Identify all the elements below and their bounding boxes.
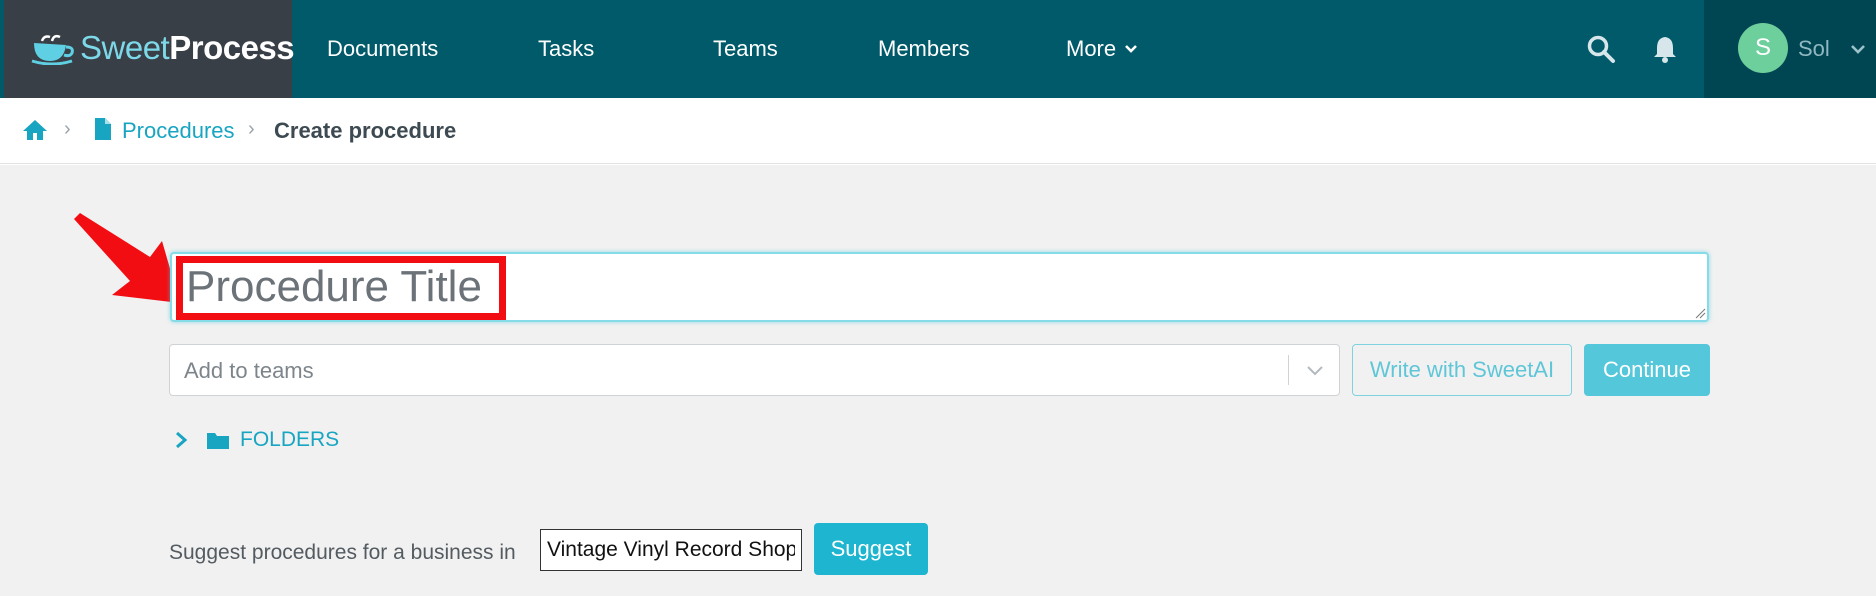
business-type-input[interactable] (540, 529, 802, 571)
breadcrumb-separator: › (248, 118, 255, 140)
breadcrumb-separator: › (64, 118, 71, 140)
nav-tasks[interactable]: Tasks (538, 36, 594, 62)
breadcrumb-current: Create procedure (274, 118, 457, 143)
avatar: S (1738, 23, 1788, 73)
chevron-right-icon (176, 431, 188, 449)
add-to-teams-select[interactable]: Add to teams (169, 344, 1340, 396)
chevron-down-icon (1125, 45, 1138, 53)
select-divider (1288, 355, 1289, 385)
breadcrumb: › Procedures › Create procedure (0, 98, 1876, 164)
folders-toggle[interactable]: FOLDERS (174, 428, 339, 452)
write-with-sweetai-button[interactable]: Write with SweetAI (1352, 344, 1572, 396)
nav-members[interactable]: Members (878, 36, 970, 62)
chevron-down-icon (1851, 45, 1865, 54)
search-icon[interactable] (1586, 34, 1616, 64)
suggest-label: Suggest procedures for a business in (169, 541, 516, 564)
folder-icon (207, 433, 229, 449)
document-icon (95, 118, 111, 140)
nav-more-label: More (1066, 36, 1117, 61)
folders-label: FOLDERS (240, 428, 340, 451)
top-navigation-bar: SweetProcess Documents Tasks Teams Membe… (0, 0, 1876, 98)
bell-icon[interactable] (1650, 34, 1680, 64)
main-content: Add to teams Write with SweetAI Continue… (0, 165, 1876, 596)
user-name: Sol (1798, 36, 1830, 61)
suggest-button[interactable]: Suggest (814, 523, 928, 575)
teacup-logo-icon (31, 34, 74, 65)
procedure-title-input[interactable] (170, 252, 1709, 322)
nav-teams[interactable]: Teams (713, 36, 778, 62)
nav-more[interactable]: More (1066, 36, 1138, 62)
user-menu[interactable]: S Sol (1704, 0, 1876, 98)
logo[interactable]: SweetProcess (4, 0, 295, 98)
breadcrumb-procedures[interactable]: Procedures (122, 118, 235, 144)
logo-text: SweetProcess (80, 29, 295, 66)
home-icon[interactable] (22, 118, 48, 142)
continue-button[interactable]: Continue (1584, 344, 1710, 396)
chevron-down-icon (1307, 366, 1323, 376)
teams-placeholder: Add to teams (184, 358, 314, 383)
nav-documents[interactable]: Documents (327, 36, 438, 62)
